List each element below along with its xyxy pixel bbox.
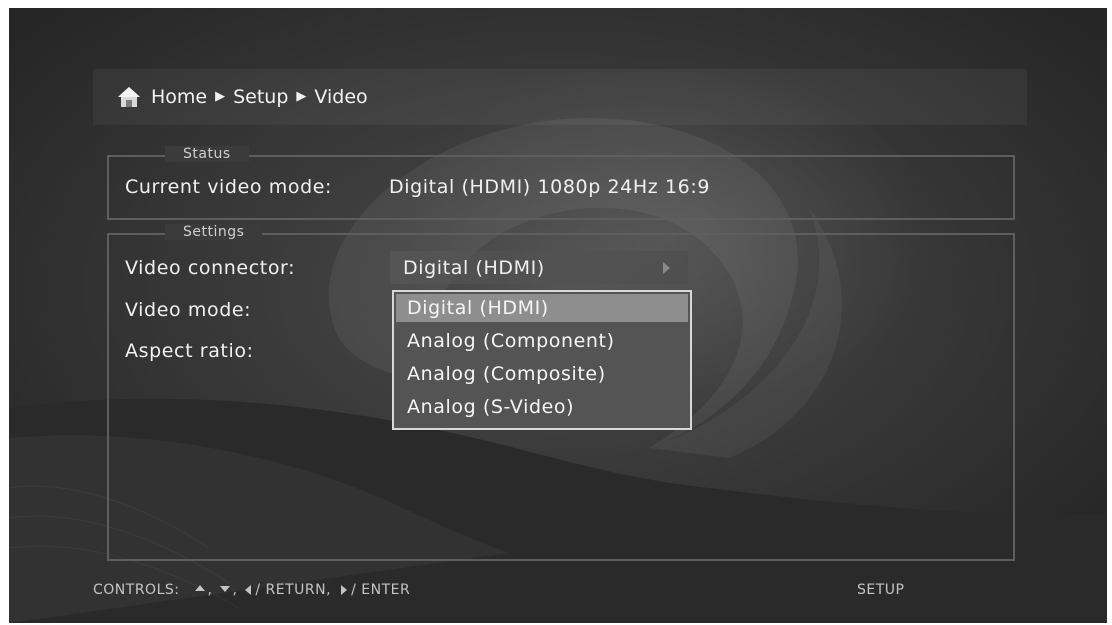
breadcrumb: Home ▶ Setup ▶ Video: [93, 69, 1027, 125]
arrow-right-icon: [663, 261, 670, 274]
video-connector-select[interactable]: Digital (HDMI): [390, 251, 688, 284]
video-connector-label: Video connector:: [125, 257, 296, 279]
breadcrumb-home[interactable]: Home: [151, 86, 207, 108]
current-video-mode-value: Digital (HDMI) 1080p 24Hz 16:9: [389, 176, 711, 198]
arrow-down-icon: [220, 586, 231, 592]
video-connector-dropdown: Digital (HDMI) Analog (Component) Analog…: [392, 290, 692, 430]
video-mode-label: Video mode:: [125, 299, 252, 321]
arrow-right-icon: [341, 585, 348, 595]
chevron-right-icon: ▶: [215, 88, 226, 104]
enter-label: / ENTER: [351, 582, 411, 598]
current-video-mode-label: Current video mode:: [125, 176, 333, 198]
dropdown-option-analog-svideo[interactable]: Analog (S-Video): [396, 391, 688, 424]
return-label: / RETURN,: [255, 582, 332, 598]
context-label: SETUP: [857, 582, 905, 598]
dropdown-option-digital-hdmi[interactable]: Digital (HDMI): [396, 294, 688, 322]
controls-hint: CONTROLS: , , / RETURN, / ENTER: [93, 582, 411, 598]
setup-screen: Home ▶ Setup ▶ Video Status Current vide…: [9, 8, 1107, 623]
arrow-left-icon: [245, 585, 252, 595]
aspect-ratio-label: Aspect ratio:: [125, 340, 254, 362]
chevron-right-icon: ▶: [296, 88, 307, 104]
dropdown-option-analog-component[interactable]: Analog (Component): [396, 325, 688, 358]
arrow-up-icon: [195, 585, 206, 591]
breadcrumb-video: Video: [314, 86, 368, 108]
breadcrumb-setup[interactable]: Setup: [233, 86, 288, 108]
dropdown-option-analog-composite[interactable]: Analog (Composite): [396, 358, 688, 391]
settings-legend: Settings: [165, 224, 263, 240]
controls-label: CONTROLS:: [93, 582, 180, 598]
video-connector-value: Digital (HDMI): [403, 256, 545, 279]
home-icon[interactable]: [117, 85, 141, 109]
status-legend: Status: [165, 146, 249, 162]
